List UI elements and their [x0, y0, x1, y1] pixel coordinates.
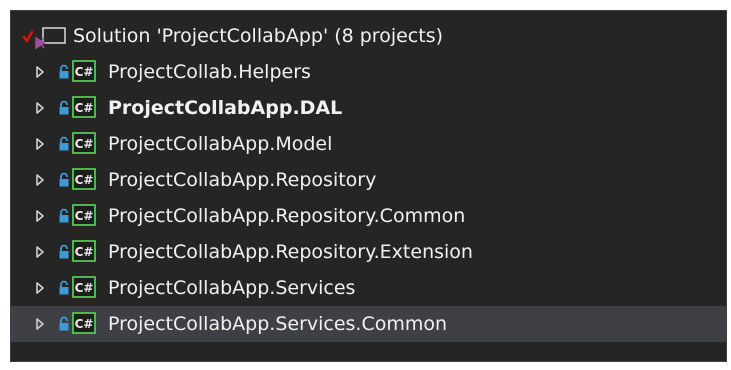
- csharp-project-icon: C#: [72, 240, 96, 262]
- lock-icon: [59, 172, 69, 187]
- project-node[interactable]: C# ProjectCollab.Helpers: [11, 54, 726, 90]
- project-label: ProjectCollabApp.Services: [108, 277, 356, 299]
- collapsed-arrow-icon[interactable]: [33, 65, 47, 79]
- collapsed-arrow-icon[interactable]: [33, 173, 47, 187]
- project-label: ProjectCollabApp.Repository.Common: [108, 205, 466, 227]
- lock-icon: [59, 100, 69, 115]
- project-label: ProjectCollabApp.Model: [108, 133, 333, 155]
- csharp-project-icon: C#: [72, 276, 96, 298]
- solution-node[interactable]: Solution 'ProjectCollabApp' (8 projects): [11, 18, 726, 54]
- project-node[interactable]: C# ProjectCollabApp.Model: [11, 126, 726, 162]
- project-label: ProjectCollabApp.Repository: [108, 169, 377, 191]
- solution-tree: Solution 'ProjectCollabApp' (8 projects)…: [11, 18, 726, 342]
- csharp-project-icon: C#: [72, 312, 96, 334]
- project-label: ProjectCollabApp.Services.Common: [108, 313, 448, 335]
- collapsed-arrow-icon[interactable]: [33, 101, 47, 115]
- project-label: ProjectCollab.Helpers: [108, 61, 311, 83]
- svg-text:C#: C#: [75, 173, 94, 187]
- project-node[interactable]: C# ProjectCollabApp.Repository.Extension: [11, 234, 726, 270]
- project-label: ProjectCollabApp.DAL: [108, 97, 343, 119]
- project-node[interactable]: C# ProjectCollabApp.Services: [11, 270, 726, 306]
- lock-icon: [59, 280, 69, 295]
- svg-text:C#: C#: [75, 209, 94, 223]
- csharp-project-icon: C#: [72, 204, 96, 226]
- csharp-project-icon: C#: [72, 168, 96, 190]
- project-node[interactable]: C# ProjectCollabApp.Repository.Common: [11, 198, 726, 234]
- solution-label: Solution 'ProjectCollabApp' (8 projects): [73, 25, 443, 47]
- svg-text:C#: C#: [75, 317, 94, 331]
- svg-text:C#: C#: [75, 101, 94, 115]
- csharp-project-icon: C#: [72, 96, 96, 118]
- svg-text:C#: C#: [75, 137, 94, 151]
- project-label: ProjectCollabApp.Repository.Extension: [108, 241, 473, 263]
- lock-icon: [59, 64, 69, 79]
- project-node[interactable]: C# ProjectCollabApp.DAL: [11, 90, 726, 126]
- solution-icon: [35, 27, 66, 49]
- project-node[interactable]: C# ProjectCollabApp.Repository: [11, 162, 726, 198]
- collapsed-arrow-icon[interactable]: [33, 281, 47, 295]
- solution-explorer-panel: Solution 'ProjectCollabApp' (8 projects)…: [10, 10, 727, 362]
- svg-text:C#: C#: [75, 281, 94, 295]
- collapsed-arrow-icon[interactable]: [33, 209, 47, 223]
- pending-change-check-icon: [23, 30, 33, 43]
- collapsed-arrow-icon[interactable]: [33, 245, 47, 259]
- lock-icon: [59, 244, 69, 259]
- collapsed-arrow-icon[interactable]: [33, 137, 47, 151]
- lock-icon: [59, 316, 69, 331]
- lock-icon: [59, 208, 69, 223]
- csharp-project-icon: C#: [72, 132, 96, 154]
- csharp-project-icon: C#: [72, 60, 96, 82]
- project-node[interactable]: C# ProjectCollabApp.Services.Common: [11, 306, 726, 342]
- lock-icon: [59, 136, 69, 151]
- svg-text:C#: C#: [75, 245, 94, 259]
- svg-text:C#: C#: [75, 65, 94, 79]
- collapsed-arrow-icon[interactable]: [33, 317, 47, 331]
